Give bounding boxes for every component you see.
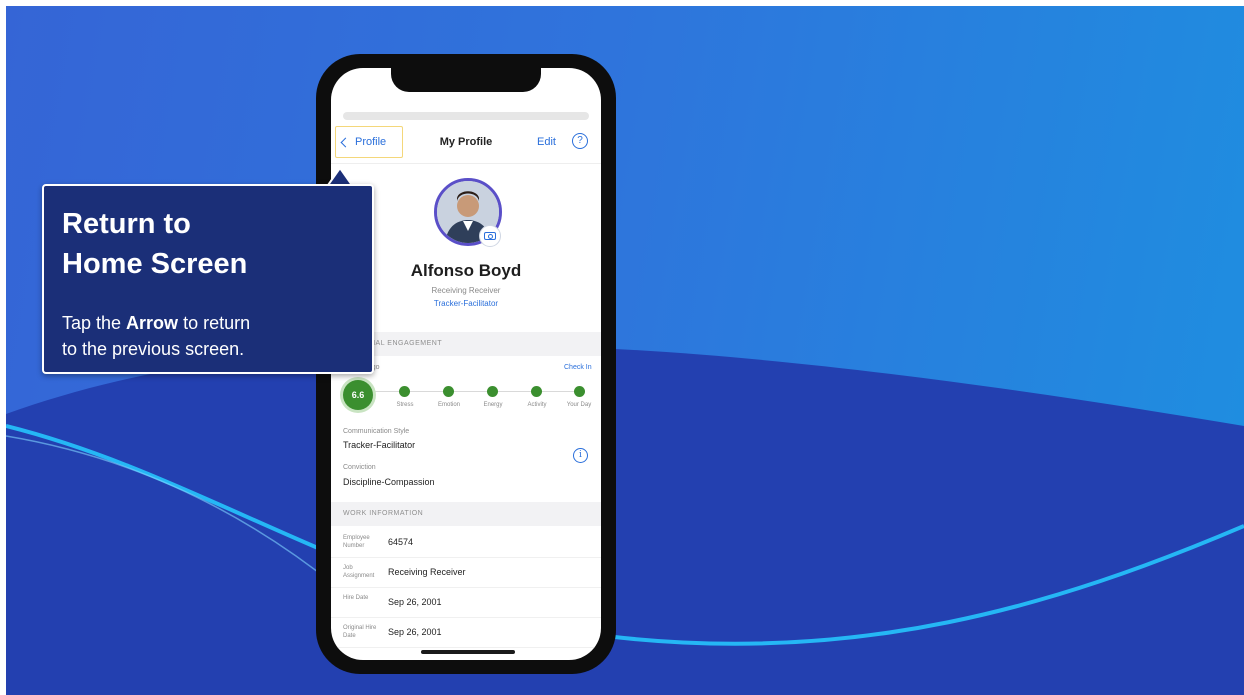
work-row-value: Receiving Receiver [388, 567, 466, 577]
metric-label: Energy [483, 402, 503, 408]
slide-background: Profile My Profile Edit ? Alfonso Boyd R… [6, 6, 1244, 695]
callout-body-bold: Arrow [126, 313, 179, 333]
work-row: Job Assignment Receiving Receiver [331, 558, 601, 588]
metric-dot-stress[interactable] [399, 386, 410, 397]
home-indicator[interactable] [421, 650, 515, 654]
instruction-callout: Return to Home Screen Tap the Arrow to r… [42, 184, 374, 374]
engagement-score[interactable]: 6.6 [343, 380, 373, 410]
metric-dot-your-day[interactable] [574, 386, 585, 397]
camera-icon[interactable] [479, 225, 501, 247]
work-row-value: Sep 26, 2001 [388, 627, 442, 637]
check-in-link[interactable]: Check In [564, 364, 592, 371]
work-section-header: WORK INFORMATION [331, 502, 601, 526]
callout-title-line1: Return to [62, 208, 191, 240]
work-row-label: Hire Date [343, 595, 369, 601]
metric-label: Emotion [437, 402, 460, 408]
nav-bar: Profile My Profile Edit ? [331, 124, 601, 164]
metric-dot-activity[interactable] [531, 386, 542, 397]
metric-label: Activity [527, 402, 547, 408]
work-row-label: Employee Number [343, 535, 370, 549]
status-strip [343, 112, 589, 120]
metric-dot-emotion[interactable] [443, 386, 454, 397]
page-title: My Profile [439, 136, 493, 148]
callout-title: Return to Home Screen [62, 204, 362, 284]
callout-body-pre: Tap the [62, 313, 127, 333]
callout-body-post: to return [178, 313, 251, 333]
work-row-label: Job Assignment [343, 565, 375, 579]
metric-label: Stress [396, 402, 414, 408]
comm-style-label: Communication Style [343, 428, 410, 435]
help-icon[interactable]: ? [572, 133, 588, 149]
work-row-label: Original Hire Date [343, 625, 377, 639]
metric-dot-energy[interactable] [487, 386, 498, 397]
edit-button[interactable]: Edit [537, 136, 556, 148]
phone-notch [391, 68, 541, 92]
work-row-value: 64574 [388, 537, 414, 547]
info-icon[interactable]: i [573, 448, 588, 463]
callout-body-line2: to the previous screen. [62, 339, 245, 359]
work-row-value: Sep 26, 2001 [388, 597, 442, 607]
metric-label: Your Day [566, 402, 592, 408]
work-row: Employee Number 64574 [331, 528, 601, 558]
conviction-label: Conviction [343, 464, 376, 471]
callout-title-line2: Home Screen [62, 248, 248, 280]
callout-body: Tap the Arrow to return to the previous … [62, 310, 362, 362]
comm-style-value: Tracker-Facilitator [343, 440, 416, 450]
work-row: Original Hire Date Sep 26, 2001 [331, 618, 601, 648]
conviction-value: Discipline-Compassion [343, 477, 435, 487]
work-row: Hire Date Sep 26, 2001 [331, 588, 601, 618]
